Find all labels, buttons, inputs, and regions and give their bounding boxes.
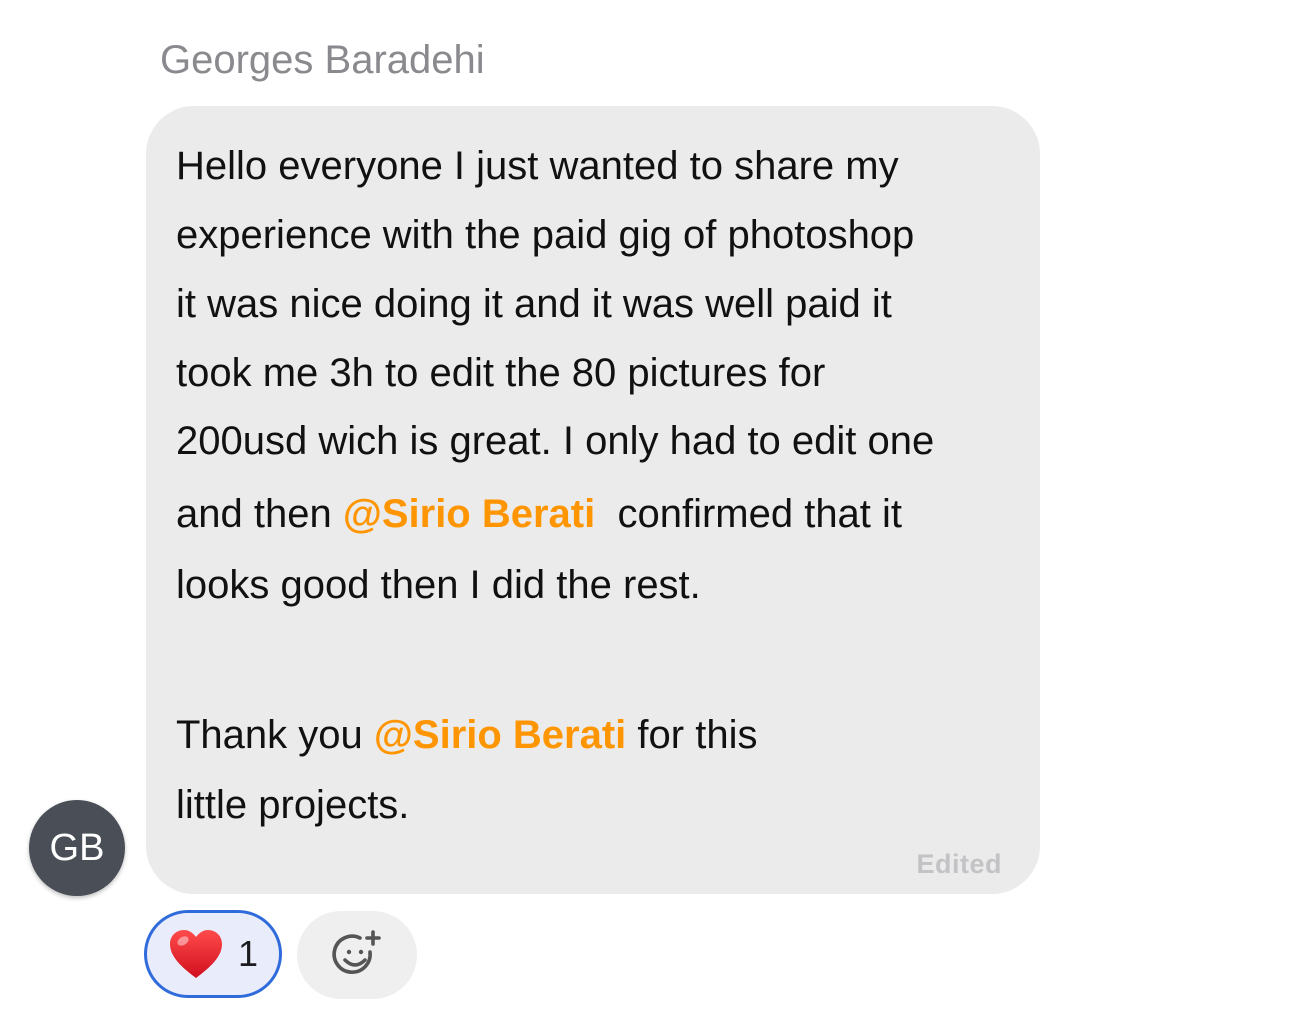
message-line: experience with the paid gig of photosho… [176, 213, 915, 257]
message-text: for this [626, 713, 758, 757]
heart-icon [169, 930, 222, 978]
heart-reaction-button[interactable]: 1 [144, 910, 282, 998]
add-reaction-icon [332, 930, 381, 974]
message-line: Hello everyone I just wanted to share my [176, 144, 899, 188]
reaction-count: 1 [237, 933, 259, 974]
message-text: and then [176, 492, 343, 536]
message-line: it was nice doing it and it was well pai… [176, 282, 892, 326]
message-line: Thank you @Sirio Berati for this [176, 711, 757, 759]
add-reaction-button[interactable] [297, 911, 417, 999]
message-text: Thank you [176, 713, 374, 757]
message-line: looks good then I did the rest. [176, 563, 701, 607]
message-text: confirmed that it [595, 492, 903, 536]
message-line: 200usd wich is great. I only had to edit… [176, 419, 935, 463]
message-bubble[interactable]: Hello everyone I just wanted to share my… [146, 106, 1040, 894]
edited-label: Edited [916, 849, 1002, 879]
mention-sirio-berati[interactable]: @Sirio Berati [343, 492, 595, 536]
avatar[interactable]: GB [29, 800, 125, 896]
avatar-initials: GB [49, 826, 105, 869]
message-line: little projects. [176, 783, 410, 827]
message-line: took me 3h to edit the 80 pictures for [176, 351, 826, 395]
sender-name[interactable]: Georges Baradehi [160, 36, 485, 84]
mention-sirio-berati[interactable]: @Sirio Berati [374, 713, 626, 757]
message-line: and then @Sirio Berati confirmed that it [176, 490, 902, 538]
